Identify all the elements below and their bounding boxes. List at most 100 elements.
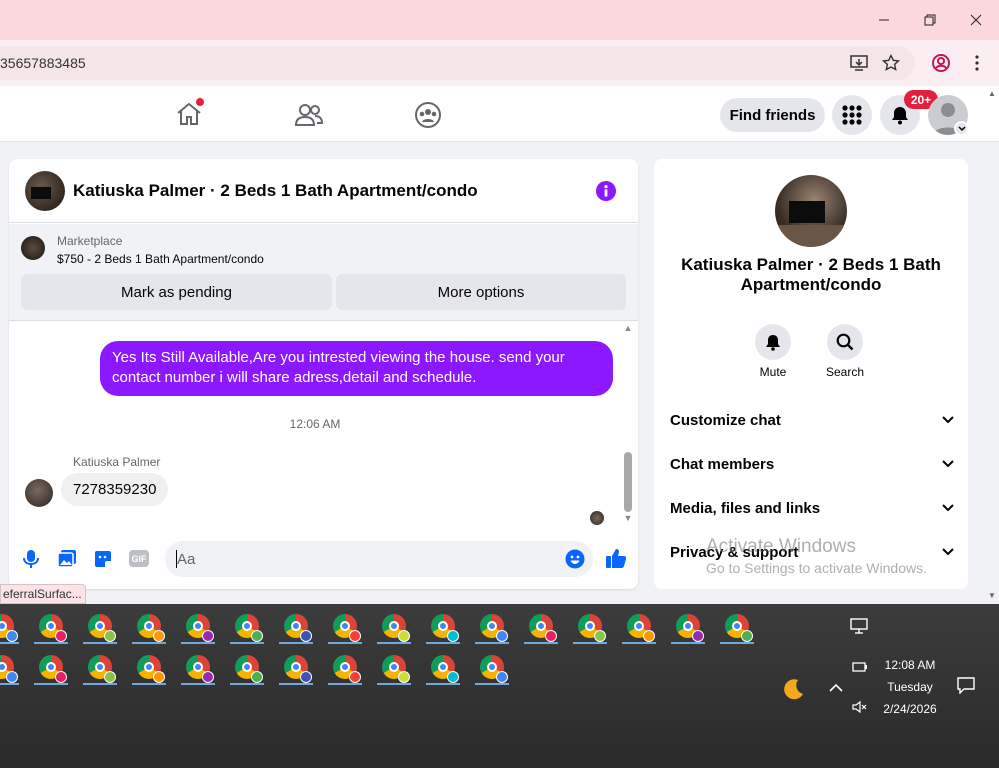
- voice-clip-icon[interactable]: [23, 549, 39, 574]
- taskbar-chrome-window-button[interactable]: [83, 610, 117, 644]
- sticker-icon[interactable]: [93, 549, 113, 574]
- chrome-icon: [235, 614, 263, 642]
- taskbar-chrome-window-button[interactable]: [0, 651, 19, 685]
- friends-nav-icon[interactable]: [294, 103, 324, 132]
- search-icon: [836, 333, 854, 351]
- media-files-links-row[interactable]: Media, files and links: [670, 496, 954, 520]
- groups-nav-icon[interactable]: [414, 101, 442, 134]
- windows-taskbar: 12:08 AM Tuesday 2/24/2026: [0, 604, 999, 768]
- profile-icon[interactable]: [930, 53, 952, 73]
- taskbar-chrome-window-button[interactable]: [377, 651, 411, 685]
- taskbar-chrome-window-button[interactable]: [132, 651, 166, 685]
- chrome-icon: [480, 655, 508, 683]
- taskbar-clock-date[interactable]: 2/24/2026: [860, 702, 960, 716]
- taskbar-clock-day[interactable]: Tuesday: [860, 680, 960, 694]
- restore-button[interactable]: [907, 0, 953, 40]
- taskbar-chrome-window-button[interactable]: [230, 651, 264, 685]
- install-app-icon[interactable]: [848, 53, 870, 73]
- taskbar-chrome-window-button[interactable]: [622, 610, 656, 644]
- page-scroll-up-icon[interactable]: ▲: [987, 89, 997, 98]
- taskbar-chrome-window-button[interactable]: [377, 610, 411, 644]
- chat-title[interactable]: Katiuska Palmer · 2 Beds 1 Bath Apartmen…: [73, 181, 478, 201]
- taskbar-chrome-window-button[interactable]: [83, 651, 117, 685]
- read-receipt-avatar: [590, 511, 604, 525]
- search-conversation-button[interactable]: [827, 324, 863, 360]
- sender-avatar[interactable]: [25, 479, 53, 507]
- chrome-icon: [480, 614, 508, 642]
- network-icon[interactable]: [850, 618, 868, 639]
- account-chevron-icon[interactable]: [954, 121, 969, 136]
- taskbar-chrome-window-button[interactable]: [426, 651, 460, 685]
- taskbar-chrome-window-button[interactable]: [230, 610, 264, 644]
- grid-icon: [842, 105, 862, 125]
- night-light-moon-icon[interactable]: [780, 676, 806, 707]
- activation-watermark-title: Activate Windows: [706, 536, 856, 557]
- volume-muted-icon[interactable]: [852, 700, 868, 719]
- minimize-button[interactable]: [861, 0, 907, 40]
- chat-avatar[interactable]: [25, 171, 65, 211]
- taskbar-chrome-window-button[interactable]: [475, 610, 509, 644]
- close-window-button[interactable]: [953, 0, 999, 40]
- taskbar-chrome-window-button[interactable]: [34, 610, 68, 644]
- home-nav-icon[interactable]: [175, 98, 204, 132]
- taskbar-chrome-window-button[interactable]: [573, 610, 607, 644]
- scroll-up-arrow-icon[interactable]: ▲: [623, 323, 633, 333]
- taskbar-chrome-window-button[interactable]: [279, 610, 313, 644]
- taskbar-chrome-window-button[interactable]: [671, 610, 705, 644]
- mark-pending-button[interactable]: Mark as pending: [21, 274, 332, 310]
- incoming-sender-name: Katiuska Palmer: [73, 455, 161, 469]
- message-input[interactable]: Aa: [165, 541, 593, 577]
- media-files-links-label: Media, files and links: [670, 499, 821, 517]
- listing-subtitle[interactable]: $750 - 2 Beds 1 Bath Apartment/condo: [57, 252, 264, 266]
- taskbar-chrome-window-button[interactable]: [181, 651, 215, 685]
- taskbar-chrome-window-button[interactable]: [524, 610, 558, 644]
- chrome-icon: [382, 655, 410, 683]
- chevron-down-icon: [942, 460, 954, 468]
- chat-scrollbar-thumb[interactable]: [624, 452, 632, 512]
- chat-members-row[interactable]: Chat members: [670, 452, 954, 476]
- like-thumbs-up-icon[interactable]: [605, 547, 627, 574]
- more-options-button[interactable]: More options: [336, 274, 626, 310]
- outgoing-message[interactable]: Yes Its Still Available,Are you intreste…: [100, 341, 613, 396]
- emoji-icon[interactable]: [565, 549, 585, 574]
- incoming-message[interactable]: 7278359230: [61, 473, 169, 506]
- action-center-icon[interactable]: [957, 676, 975, 699]
- browser-title-bar: [0, 0, 999, 40]
- taskbar-chrome-window-button[interactable]: [0, 610, 19, 644]
- gif-button[interactable]: GIF: [129, 550, 149, 567]
- chrome-icon: [333, 614, 361, 642]
- menu-grid-button[interactable]: [832, 95, 872, 135]
- chrome-icon: [39, 655, 67, 683]
- taskbar-chrome-window-button[interactable]: [328, 651, 362, 685]
- taskbar-chrome-window-button[interactable]: [34, 651, 68, 685]
- find-friends-button[interactable]: Find friends: [720, 98, 825, 132]
- mute-button[interactable]: [755, 324, 791, 360]
- contact-profile-photo[interactable]: [775, 175, 847, 247]
- chrome-icon: [284, 614, 312, 642]
- mute-bell-icon: [766, 334, 780, 351]
- activation-watermark-subtitle: Go to Settings to activate Windows.: [706, 560, 927, 576]
- taskbar-chrome-window-button[interactable]: [132, 610, 166, 644]
- home-notification-dot: [196, 98, 204, 106]
- attach-photo-icon[interactable]: [57, 549, 77, 574]
- bookmark-star-icon[interactable]: [880, 53, 902, 73]
- taskbar-chrome-window-button[interactable]: [181, 610, 215, 644]
- address-bar[interactable]: 35657883485: [0, 46, 915, 80]
- page-scroll-down-icon[interactable]: ▼: [987, 591, 997, 600]
- browser-menu-icon[interactable]: [966, 53, 988, 73]
- customize-chat-row[interactable]: Customize chat: [670, 408, 954, 432]
- chevron-down-icon: [942, 504, 954, 512]
- taskbar-chrome-window-button[interactable]: [475, 651, 509, 685]
- taskbar-chrome-window-button[interactable]: [328, 610, 362, 644]
- chat-info-button[interactable]: [596, 181, 616, 201]
- chat-details-panel: Katiuska Palmer · 2 Beds 1 Bath Apartmen…: [654, 159, 968, 589]
- taskbar-chrome-window-button[interactable]: [720, 610, 754, 644]
- listing-thumbnail[interactable]: [21, 236, 45, 260]
- chrome-icon: [137, 655, 165, 683]
- scroll-down-arrow-icon[interactable]: ▼: [623, 513, 633, 523]
- taskbar-chrome-window-button[interactable]: [426, 610, 460, 644]
- chrome-icon: [578, 614, 606, 642]
- tray-overflow-chevron-icon[interactable]: [829, 680, 843, 698]
- taskbar-clock-time[interactable]: 12:08 AM: [860, 658, 960, 672]
- taskbar-chrome-window-button[interactable]: [279, 651, 313, 685]
